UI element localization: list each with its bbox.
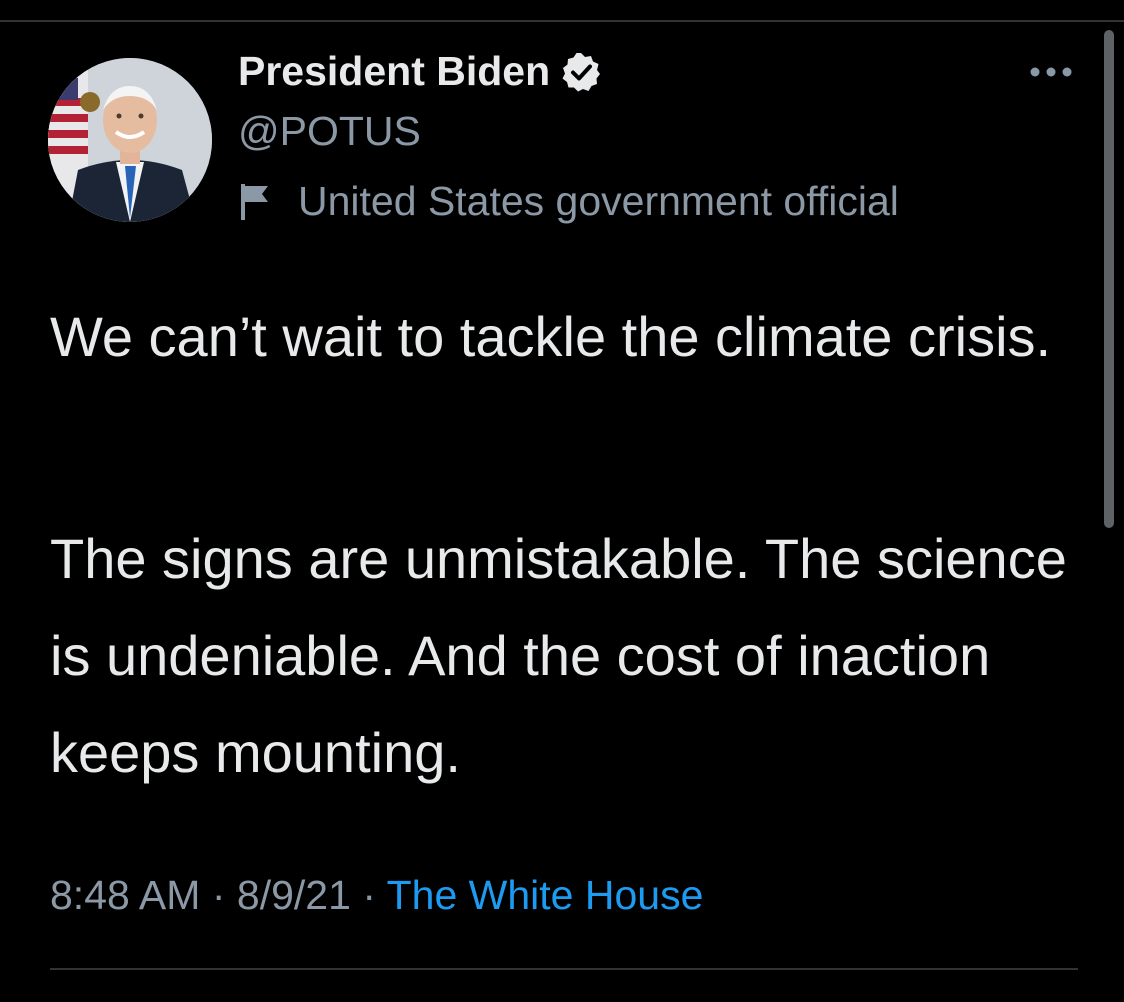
- government-label-text: United States government official: [298, 178, 899, 224]
- tweet-date[interactable]: 8/9/21: [237, 872, 351, 918]
- display-name[interactable]: President Biden: [238, 48, 550, 95]
- avatar-portrait-image: [48, 58, 212, 222]
- government-label[interactable]: United States government official: [238, 178, 899, 225]
- top-divider: [0, 20, 1124, 22]
- verified-badge-icon: [560, 51, 602, 93]
- bottom-divider: [50, 968, 1078, 970]
- avatar[interactable]: [48, 58, 212, 222]
- separator: ·: [211, 872, 226, 918]
- flag-icon: [238, 182, 274, 222]
- tweet-metadata: 8:48 AM · 8/9/21 · The White House: [50, 872, 703, 919]
- source-link[interactable]: The White House: [387, 872, 704, 918]
- tweet-text-paragraph-1: We can’t wait to tackle the climate cris…: [50, 305, 1052, 368]
- tweet-text-paragraph-2: The signs are unmistakable. The science …: [50, 527, 1067, 784]
- handle[interactable]: @POTUS: [238, 108, 421, 155]
- more-options-button[interactable]: [1024, 54, 1078, 90]
- display-name-row[interactable]: President Biden: [238, 48, 602, 95]
- tweet-time[interactable]: 8:48 AM: [50, 872, 200, 918]
- ellipsis-icon: [1030, 67, 1072, 77]
- separator: ·: [362, 872, 376, 918]
- scrollbar[interactable]: [1104, 30, 1114, 528]
